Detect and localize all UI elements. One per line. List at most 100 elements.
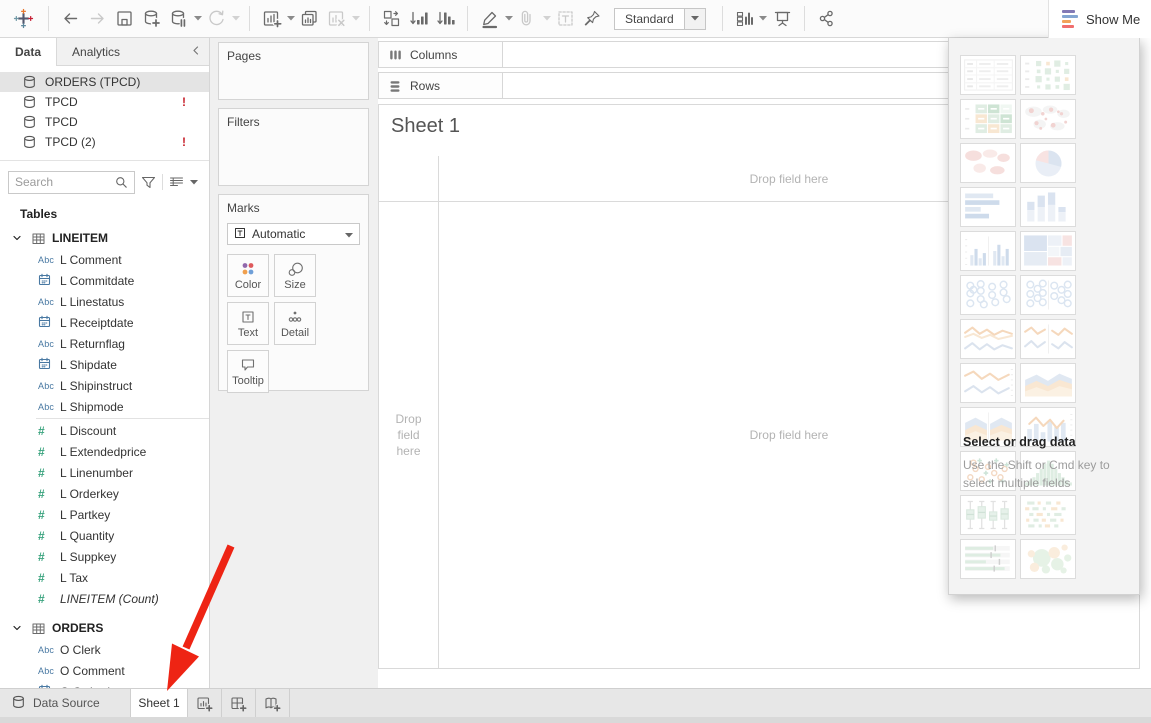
tooltip-button[interactable]: Tooltip [227,350,269,393]
drop-zone-rows[interactable]: Drop field here [379,202,438,668]
field-item[interactable]: #L Linenumber [0,462,209,483]
chevron-down-icon[interactable] [350,5,361,32]
detail-button[interactable]: Detail [274,302,316,345]
field-item[interactable]: #L Partkey [0,504,209,525]
table-header[interactable]: ORDERS [0,617,209,639]
duplicate-sheet-button[interactable] [296,5,323,32]
show-me-thumbnail-packed-bubbles[interactable] [1020,539,1076,579]
fit-dropdown[interactable]: Standard [614,8,706,30]
field-label: L Quantity [60,529,114,543]
tab-data[interactable]: Data [0,38,57,66]
show-me-thumbnail-box-and-whisker[interactable] [960,495,1016,535]
highlight-button[interactable] [476,5,503,32]
chevron-down-icon[interactable] [758,5,769,32]
field-item[interactable]: L Receiptdate [0,312,209,333]
chevron-down-icon[interactable] [10,233,24,243]
field-item[interactable]: L Shipdate [0,354,209,375]
show-me-thumbnail-horizontal-bars[interactable] [960,187,1016,227]
field-item[interactable]: AbcL Returnflag [0,333,209,354]
new-dashboard-button[interactable] [222,689,256,717]
datasource-item[interactable]: TPCD! [0,92,209,112]
show-me-thumbnail-text-table[interactable] [960,55,1016,95]
datasource-item[interactable]: TPCD (2)! [0,132,209,152]
search-box[interactable] [8,171,135,194]
sort-ascending-button[interactable] [405,5,432,32]
save-button[interactable] [111,5,138,32]
datasource-item[interactable]: TPCD [0,112,209,132]
chevron-down-icon[interactable] [192,5,203,32]
new-worksheet-button[interactable] [188,689,222,717]
datasource-item[interactable]: ORDERS (TPCD) [0,72,209,92]
chevron-down-icon[interactable] [10,623,24,633]
show-me-thumbnail-area-chart-continuous[interactable] [1020,363,1076,403]
show-me-thumbnail-highlight-table[interactable] [960,99,1016,139]
field-item[interactable]: #LINEITEM (Count) [0,588,209,609]
redo-button[interactable] [84,5,111,32]
pause-auto-updates-button[interactable] [165,5,192,32]
filter-fields-icon[interactable] [141,176,156,189]
search-input[interactable] [15,175,115,189]
field-item[interactable]: L Commitdate [0,270,209,291]
mark-type-dropdown[interactable]: Automatic [227,223,360,245]
field-item[interactable]: #L Quantity [0,525,209,546]
new-story-button[interactable] [256,689,290,717]
chevron-down-icon[interactable] [503,5,514,32]
undo-button[interactable] [57,5,84,32]
field-item[interactable]: AbcO Comment [0,660,209,681]
sort-descending-button[interactable] [432,5,459,32]
show-me-thumbnail-gantt-chart[interactable] [1020,495,1076,535]
show-me-button[interactable]: Show Me [1048,0,1151,38]
new-data-source-button[interactable] [138,5,165,32]
share-workbook-button[interactable] [813,5,840,32]
presentation-mode-button[interactable] [769,5,796,32]
sheet1-tab[interactable]: Sheet 1 [131,689,188,717]
show-me-thumbnail-side-by-side-bars[interactable] [960,231,1016,271]
text-button[interactable]: Text [227,302,269,345]
color-button[interactable]: Color [227,254,269,297]
field-item[interactable]: AbcO Clerk [0,639,209,660]
field-item[interactable]: AbcL Shipinstruct [0,375,209,396]
field-item[interactable]: O Orderdate [0,681,209,688]
field-item[interactable]: AbcL Linestatus [0,291,209,312]
show-me-thumbnail-heat-map[interactable] [1020,55,1076,95]
chevron-down-icon[interactable] [230,5,241,32]
chevron-down-icon[interactable] [541,5,552,32]
fix-axes-button[interactable] [579,5,606,32]
show-me-thumbnail-treemap[interactable] [1020,231,1076,271]
run-auto-updates-button[interactable] [203,5,230,32]
field-item[interactable]: AbcL Comment [0,249,209,270]
field-item[interactable]: AbcL Shipmode [0,396,209,417]
field-item[interactable]: #L Tax [0,567,209,588]
chevron-down-icon[interactable] [684,9,705,29]
show-me-thumbnail-bullet-graph[interactable] [960,539,1016,579]
pages-shelf[interactable]: Pages [218,42,369,100]
show-me-thumbnail-symbol-map[interactable] [1020,99,1076,139]
show-me-thumbnail-side-by-side-circles[interactable] [1020,275,1076,315]
show-hide-cards-button[interactable] [731,5,758,32]
field-item[interactable]: #L Orderkey [0,483,209,504]
filters-shelf[interactable]: Filters [218,108,369,186]
field-item[interactable]: #L Extendedprice [0,441,209,462]
clear-sheet-button[interactable] [323,5,350,32]
show-me-thumbnail-discrete-lines[interactable] [1020,319,1076,359]
show-me-thumbnail-stacked-bars[interactable] [1020,187,1076,227]
swap-rows-columns-button[interactable] [378,5,405,32]
tab-analytics[interactable]: Analytics [57,38,135,65]
size-button[interactable]: Size [274,254,316,297]
table-header[interactable]: LINEITEM [0,227,209,249]
show-me-thumbnail-dual-lines[interactable] [960,363,1016,403]
show-me-thumbnail-pie-chart[interactable] [1020,143,1076,183]
show-me-thumbnail-continuous-lines[interactable] [960,319,1016,359]
view-options-icon[interactable] [169,176,184,188]
show-mark-labels-button[interactable] [552,5,579,32]
field-item[interactable]: #L Discount [0,420,209,441]
data-source-tab[interactable]: Data Source [0,689,131,717]
group-members-button[interactable] [514,5,541,32]
collapse-pane-button[interactable] [182,38,209,65]
show-me-thumbnail-circle-views[interactable] [960,275,1016,315]
show-me-thumbnail-filled-map[interactable] [960,143,1016,183]
new-worksheet-button[interactable] [258,5,285,32]
chevron-down-icon[interactable] [285,5,296,32]
field-item[interactable]: #L Suppkey [0,546,209,567]
view-options-caret-icon[interactable] [190,180,198,185]
